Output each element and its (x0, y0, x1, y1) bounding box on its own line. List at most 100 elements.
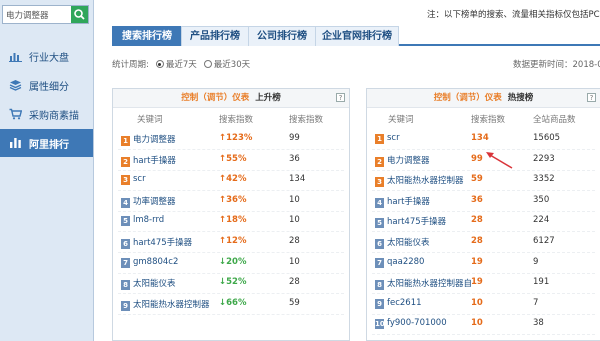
sidebar-item-label: 属性细分 (29, 81, 69, 93)
ranking-icon (10, 138, 21, 148)
keyword-link[interactable]: hart475手操器 (387, 217, 446, 227)
index-cell: 28 (471, 236, 483, 246)
keyword-link[interactable]: 太阳能仪表 (387, 238, 430, 248)
keyword-link[interactable]: lm8-rrd (133, 215, 164, 225)
rank-badge: 10 (375, 319, 385, 330)
keyword-link[interactable]: qaa2280 (387, 257, 424, 267)
count-cell: 3352 (533, 174, 555, 185)
index-cell: 10 (289, 256, 300, 267)
count-cell: 38 (533, 318, 544, 329)
change-value: 18% (226, 215, 247, 226)
table-row: 3 scr ↑42% 134 (113, 171, 349, 192)
rank-badge: 6 (375, 239, 384, 249)
rank-badge: 1 (375, 134, 384, 144)
column-header: 关键词 (137, 115, 163, 125)
keyword-link[interactable]: 太阳能热水器控制器 (387, 176, 464, 186)
keyword-link[interactable]: 功率调整器 (133, 197, 176, 207)
count-cell: 191 (533, 277, 550, 288)
rank-badge: 9 (121, 300, 130, 311)
keyword-cell: 2 hart手操器 (121, 154, 176, 167)
tab-company-ranking[interactable]: 公司排行榜 (248, 26, 316, 46)
index-cell: 19 (471, 277, 483, 288)
search-button[interactable] (71, 6, 88, 23)
radio-7days[interactable] (155, 60, 164, 68)
keyword-cell: 2 电力调整器 (375, 154, 430, 167)
tab-search-ranking[interactable]: 搜索排行榜 (112, 26, 182, 46)
change-value: 36% (226, 194, 247, 205)
keyword-link[interactable]: 电力调整器 (133, 135, 176, 145)
count-cell: 9 (533, 256, 539, 267)
search-icon (74, 9, 85, 20)
index-cell: 10 (471, 318, 483, 329)
table-row: 4 功率调整器 ↑36% 10 (113, 192, 349, 212)
table-row: 8 太阳能热水器控制器自 19 191 (367, 274, 600, 295)
sidebar-item-buyers[interactable]: 采购商素描 (0, 100, 93, 128)
tab-website-ranking[interactable]: 企业官网排行榜 (315, 26, 399, 46)
index-cell: 10 (289, 194, 300, 205)
index-cell: 134 (471, 133, 489, 143)
keyword-link[interactable]: fy900-701000 (387, 318, 447, 328)
panel-type: 上升榜 (255, 93, 281, 103)
row-divider (118, 313, 344, 315)
period-option-label: 最近7天 (165, 60, 197, 70)
index-cell: 28 (289, 236, 300, 246)
keyword-cell: 1 电力调整器 (121, 133, 176, 146)
layers-icon (9, 80, 22, 91)
change-cell: ↑123% (219, 133, 252, 143)
keyword-link[interactable]: hart手操器 (133, 156, 176, 166)
cart-icon (9, 108, 22, 120)
help-icon[interactable]: ? (336, 93, 345, 102)
keyword-cell: 7 gm8804c2 (121, 257, 178, 268)
table-row: 9 太阳能热水器控制器 ↓66% 59 (113, 295, 349, 315)
keyword-link[interactable]: hart手操器 (387, 197, 430, 207)
tab-product-ranking[interactable]: 产品排行榜 (181, 26, 249, 46)
keyword-cell: 4 功率调整器 (121, 195, 176, 208)
keyword-cell: 9 fec2611 (375, 298, 422, 309)
sidebar-item-attributes[interactable]: 属性细分 (0, 71, 93, 99)
table-row: 7 qaa2280 19 9 (367, 254, 600, 274)
search-input[interactable] (3, 6, 71, 23)
rank-badge: 5 (375, 218, 384, 229)
keyword-cell: 1 scr (375, 133, 400, 144)
keyword-link[interactable]: 太阳能热水器控制器 (133, 300, 210, 310)
count-cell: 6127 (533, 236, 555, 246)
index-cell: 99 (289, 133, 300, 143)
sidebar-item-ranking[interactable]: 阿里排行 (0, 129, 93, 157)
table-header: 关键词 搜索指数 搜索指数 (113, 110, 349, 130)
rank-badge: 3 (375, 177, 384, 188)
keyword-cell: 6 太阳能仪表 (375, 236, 430, 249)
change-value: 42% (226, 174, 247, 185)
rank-badge: 8 (121, 280, 130, 291)
change-cell: ↑55% (219, 154, 246, 164)
index-cell: 19 (471, 256, 483, 267)
keyword-cell: 5 hart475手操器 (375, 215, 446, 229)
sidebar-item-market[interactable]: 行业大盘 (0, 42, 93, 70)
change-cell: ↑12% (219, 236, 246, 246)
keyword-link[interactable]: hart475手操器 (133, 238, 192, 248)
rank-badge: 4 (375, 197, 384, 208)
index-cell: 59 (471, 174, 483, 185)
panel-category: 控制（调节）仪表 (433, 93, 502, 103)
keyword-link[interactable]: 太阳能热水器控制器自 (387, 279, 472, 289)
annotation-arrow (486, 152, 513, 169)
bar-chart-icon (9, 53, 22, 62)
keyword-cell: 3 scr (121, 174, 146, 186)
help-icon[interactable]: ? (587, 93, 596, 102)
keyword-link[interactable]: fec2611 (387, 298, 422, 308)
sidebar-item-label: 采购商素描 (29, 110, 79, 122)
keyword-link[interactable]: 太阳能仪表 (133, 279, 176, 289)
table-row: 4 hart手操器 36 350 (367, 192, 600, 212)
change-value: 52% (226, 277, 247, 288)
index-cell: 36 (471, 194, 483, 205)
keyword-link[interactable]: gm8804c2 (133, 257, 178, 267)
keyword-link[interactable]: scr (133, 174, 146, 184)
radio-30days[interactable] (203, 60, 212, 68)
keyword-link[interactable]: scr (387, 133, 400, 143)
table-row: 5 lm8-rrd ↑18% 10 (113, 212, 349, 233)
keyword-link[interactable]: 电力调整器 (387, 156, 430, 166)
rising-panel: 控制（调节）仪表 上升榜 ? 关键词 搜索指数 搜索指数 1 电力调整器 ↑123% 99 2 h… (112, 88, 350, 341)
change-value: 66% (226, 297, 247, 308)
table-row: 9 fec2611 10 7 (367, 295, 600, 315)
sidebar-item-label: 阿里排行 (29, 139, 69, 151)
count-cell: 2293 (533, 153, 555, 164)
